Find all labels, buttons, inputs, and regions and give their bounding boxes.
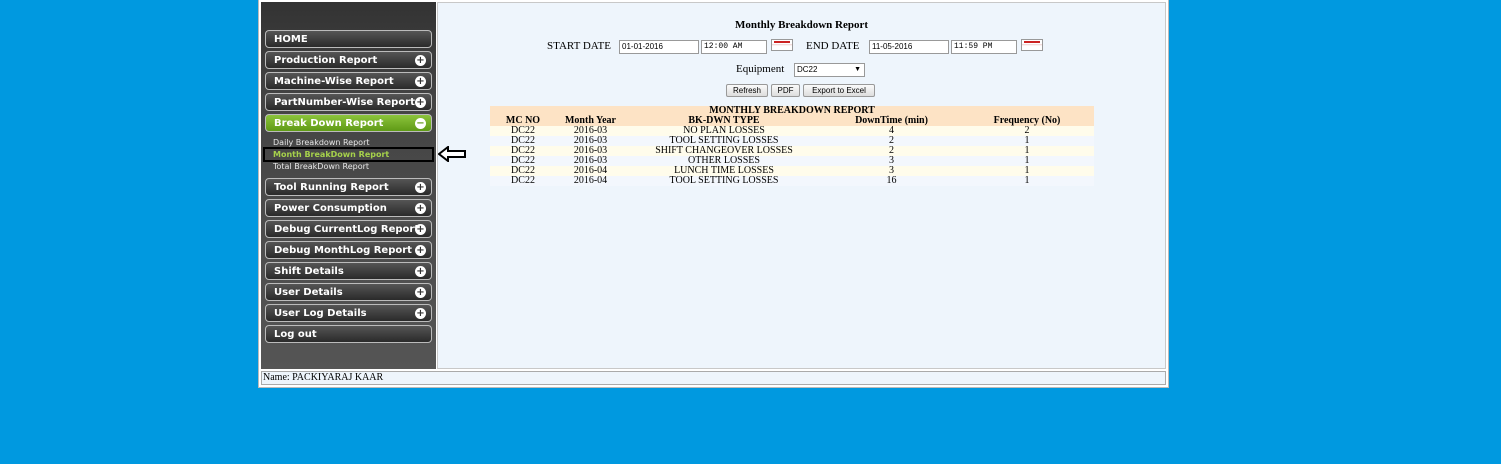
nav-debug-monthlog-report[interactable]: Debug MonthLog Report + [265,241,432,259]
end-time-input[interactable]: 11:59 PM [951,40,1017,54]
cell-mc-no: DC22 [490,176,556,186]
app-frame: HOME Production Report + Machine-Wise Rep… [259,0,1168,387]
plus-circle-icon: + [415,97,426,108]
nav-label: User Details [274,287,343,298]
nav-label: PartNumber-Wise Report [274,97,415,108]
footer-user-name: Name: PACKIYARAJ KAAR [261,371,1166,385]
main-panel: Monthly Breakdown Report START DATE 01-0… [437,2,1166,369]
cell-bkdwn-type: TOOL SETTING LOSSES [625,176,823,186]
nav-label: Break Down Report [274,118,384,129]
plus-circle-icon: + [415,76,426,87]
export-excel-button[interactable]: Export to Excel [803,84,875,97]
nav-label: Log out [274,329,317,340]
start-date-input[interactable]: 01-01-2016 [619,40,699,54]
end-date-label: END DATE [806,40,860,52]
nav-label: Machine-Wise Report [274,76,394,87]
dropdown-arrow-icon: ▼ [854,66,861,73]
plus-circle-icon: + [415,287,426,298]
end-date-input[interactable]: 11-05-2016 [869,40,949,54]
nav-log-out[interactable]: Log out [265,325,432,343]
equipment-select[interactable]: DC22 ▼ [794,63,865,77]
plus-circle-icon: + [415,55,426,66]
calendar-icon[interactable] [1021,39,1043,51]
equipment-label: Equipment [736,63,785,75]
nav-label: Production Report [274,55,378,66]
nav-power-consumption[interactable]: Power Consumption + [265,199,432,217]
nav-label: HOME [274,34,308,45]
nav-user-log-details[interactable]: User Log Details + [265,304,432,322]
minus-circle-icon: − [415,118,426,129]
plus-circle-icon: + [415,266,426,277]
table-row: DC22 2016-04 TOOL SETTING LOSSES 16 1 [490,176,1094,186]
nav-user-details[interactable]: User Details + [265,283,432,301]
nav-label: Debug CurrentLog Report [274,224,420,235]
plus-circle-icon: + [415,182,426,193]
cell-month-year: 2016-04 [556,176,625,186]
breakdown-table: MONTHLY BREAKDOWN REPORT MC NO Month Yea… [490,106,1094,186]
highlight-box [263,147,434,162]
nav-production-report[interactable]: Production Report + [265,51,432,69]
nav-tool-running-report[interactable]: Tool Running Report + [265,178,432,196]
start-time-input[interactable]: 12:00 AM [701,40,767,54]
nav-home[interactable]: HOME [265,30,432,48]
start-date-label: START DATE [547,40,611,52]
pdf-button[interactable]: PDF [771,84,800,97]
plus-circle-icon: + [415,203,426,214]
arrow-left-icon [438,146,466,162]
plus-circle-icon: + [415,245,426,256]
nav-debug-currentlog-report[interactable]: Debug CurrentLog Report + [265,220,432,238]
refresh-button[interactable]: Refresh [726,84,768,97]
page-title: Monthly Breakdown Report [734,19,869,31]
nav-partnumber-wise-report[interactable]: PartNumber-Wise Report + [265,93,432,111]
nav-shift-details[interactable]: Shift Details + [265,262,432,280]
nav-label: User Log Details [274,308,367,319]
nav-label: Tool Running Report [274,182,389,193]
subnav-daily-breakdown[interactable]: Daily Breakdown Report [273,138,370,147]
nav-break-down-report[interactable]: Break Down Report − [265,114,432,132]
nav-label: Debug MonthLog Report [274,245,412,256]
cell-downtime: 16 [823,176,960,186]
plus-circle-icon: + [415,308,426,319]
nav-machine-wise-report[interactable]: Machine-Wise Report + [265,72,432,90]
cell-frequency: 1 [960,176,1094,186]
nav-label: Shift Details [274,266,344,277]
equipment-value: DC22 [797,65,818,74]
plus-circle-icon: + [415,224,426,235]
subnav-total-breakdown[interactable]: Total BreakDown Report [273,162,369,171]
calendar-icon[interactable] [771,39,793,51]
sidebar: HOME Production Report + Machine-Wise Rep… [261,2,436,369]
nav-label: Power Consumption [274,203,387,214]
